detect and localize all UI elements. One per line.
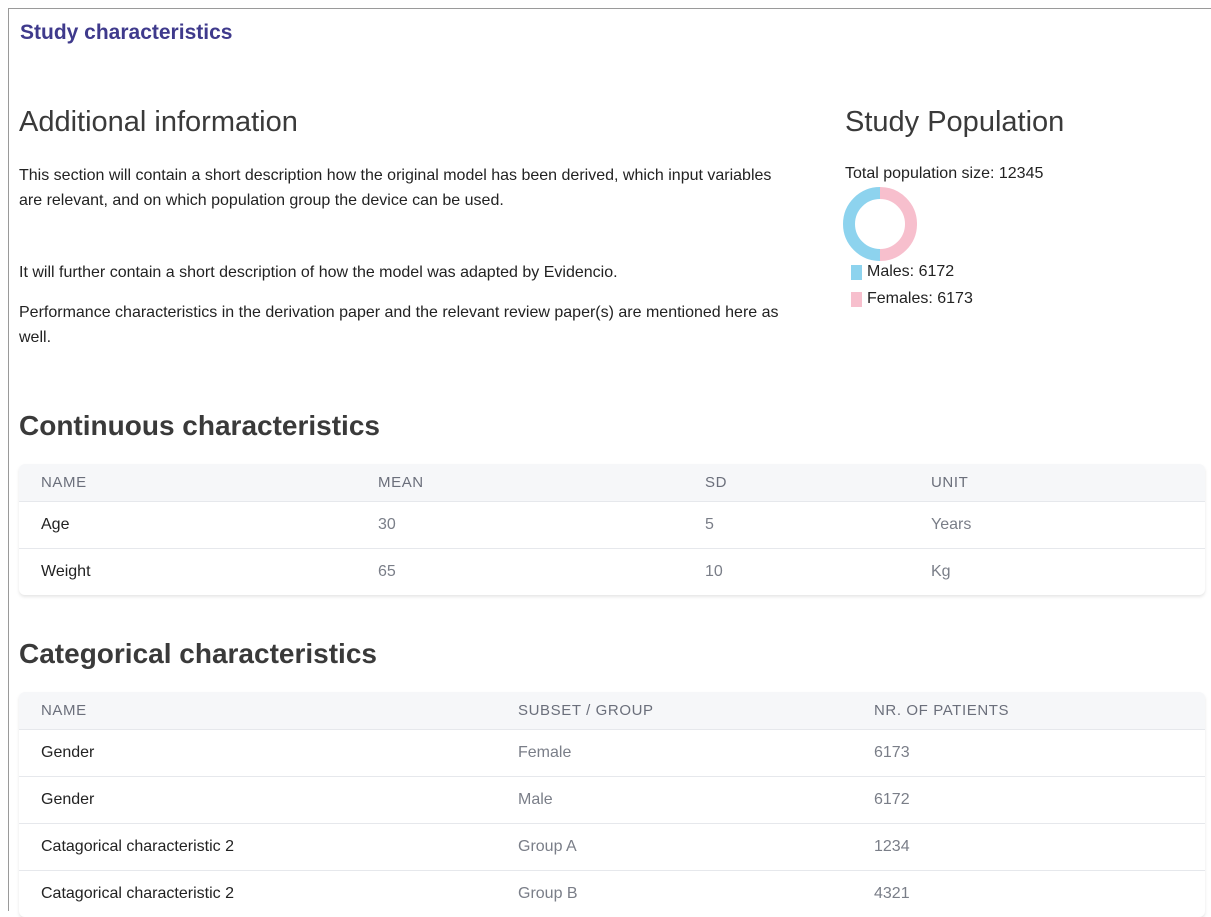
legend-item-females: Females: 6173 bbox=[851, 290, 973, 308]
column-header-mean: MEAN bbox=[356, 464, 683, 502]
additional-information-heading: Additional information bbox=[19, 106, 298, 139]
cell-sd: 10 bbox=[683, 549, 909, 596]
study-population-heading: Study Population bbox=[845, 106, 1064, 139]
donut-segment-males bbox=[849, 193, 880, 255]
legend-item-males: Males: 6172 bbox=[851, 263, 954, 281]
total-population-size: Total population size: 12345 bbox=[845, 165, 1043, 183]
legend-label-females: Females: 6173 bbox=[867, 290, 973, 308]
cell-nr-of-patients: 4321 bbox=[852, 871, 1205, 917]
legend-swatch-females bbox=[851, 292, 862, 307]
continuous-characteristics-table: NAME MEAN SD UNIT Age 30 5 Years Weight … bbox=[19, 464, 1205, 595]
cell-name: Age bbox=[19, 502, 356, 549]
column-header-unit: UNIT bbox=[909, 464, 1205, 502]
table-header-row: NAME MEAN SD UNIT bbox=[19, 464, 1205, 502]
categorical-characteristics-heading: Categorical characteristics bbox=[19, 638, 377, 670]
table-row: Age 30 5 Years bbox=[19, 502, 1205, 549]
table-row: Weight 65 10 Kg bbox=[19, 549, 1205, 596]
table-row: Catagorical characteristic 2 Group A 123… bbox=[19, 824, 1205, 871]
legend-swatch-males bbox=[851, 265, 862, 280]
cell-subset-group: Group A bbox=[496, 824, 852, 871]
study-characteristics-panel: Study characteristics Additional informa… bbox=[8, 8, 1211, 911]
description-paragraph-3: Performance characteristics in the deriv… bbox=[19, 300, 779, 350]
section-title: Study characteristics bbox=[20, 21, 232, 45]
cell-mean: 30 bbox=[356, 502, 683, 549]
cell-name: Weight bbox=[19, 549, 356, 596]
cell-sd: 5 bbox=[683, 502, 909, 549]
donut-segment-females bbox=[880, 193, 911, 255]
cell-subset-group: Male bbox=[496, 777, 852, 824]
categorical-characteristics-table: NAME SUBSET / GROUP NR. OF PATIENTS Gend… bbox=[19, 692, 1205, 917]
population-donut-chart bbox=[843, 187, 917, 261]
description-paragraph-2: It will further contain a short descript… bbox=[19, 260, 779, 285]
cell-name: Gender bbox=[19, 730, 496, 777]
cell-mean: 65 bbox=[356, 549, 683, 596]
cell-nr-of-patients: 6173 bbox=[852, 730, 1205, 777]
column-header-subset-group: SUBSET / GROUP bbox=[496, 692, 852, 730]
table-header-row: NAME SUBSET / GROUP NR. OF PATIENTS bbox=[19, 692, 1205, 730]
column-header-name: NAME bbox=[19, 464, 356, 502]
cell-name: Catagorical characteristic 2 bbox=[19, 824, 496, 871]
cell-unit: Years bbox=[909, 502, 1205, 549]
column-header-sd: SD bbox=[683, 464, 909, 502]
table-row: Catagorical characteristic 2 Group B 432… bbox=[19, 871, 1205, 917]
cell-unit: Kg bbox=[909, 549, 1205, 596]
cell-subset-group: Female bbox=[496, 730, 852, 777]
description-paragraph-1: This section will contain a short descri… bbox=[19, 163, 779, 213]
table-row: Gender Female 6173 bbox=[19, 730, 1205, 777]
column-header-name: NAME bbox=[19, 692, 496, 730]
column-header-nr-of-patients: NR. OF PATIENTS bbox=[852, 692, 1205, 730]
legend-label-males: Males: 6172 bbox=[867, 263, 954, 281]
cell-nr-of-patients: 1234 bbox=[852, 824, 1205, 871]
cell-name: Catagorical characteristic 2 bbox=[19, 871, 496, 917]
table-row: Gender Male 6172 bbox=[19, 777, 1205, 824]
cell-nr-of-patients: 6172 bbox=[852, 777, 1205, 824]
cell-subset-group: Group B bbox=[496, 871, 852, 917]
continuous-characteristics-heading: Continuous characteristics bbox=[19, 410, 380, 442]
cell-name: Gender bbox=[19, 777, 496, 824]
